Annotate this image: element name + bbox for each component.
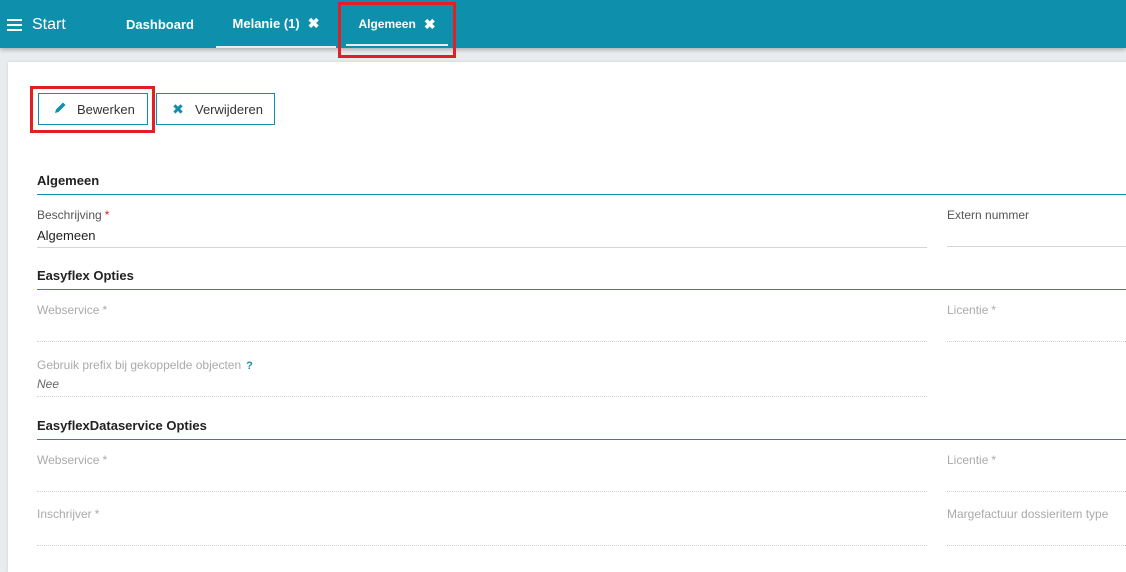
prefix-label: Gebruik prefix bij gekoppelde objecten? xyxy=(37,358,253,372)
delete-button-label: Verwijderen xyxy=(195,101,263,117)
webservice-label: Webservice * xyxy=(37,303,108,317)
section-title-easyflex: Easyflex Opties xyxy=(37,268,134,283)
beschrijving-label: Beschrijving * xyxy=(37,208,110,222)
required-mark: * xyxy=(102,453,108,467)
tab-melanie[interactable]: Melanie (1) ✖ xyxy=(216,0,336,48)
section-divider xyxy=(37,194,1126,195)
tab-dashboard[interactable]: Dashboard xyxy=(113,0,207,48)
ds-licentie-label: Licentie * xyxy=(947,453,997,467)
ds-webservice-underline xyxy=(37,491,927,492)
tab-label: Melanie (1) xyxy=(232,15,300,31)
licentie-label: Licentie * xyxy=(947,303,997,317)
brand-label: Start xyxy=(32,16,66,33)
extern-nummer-label: Extern nummer xyxy=(947,208,1030,222)
close-icon[interactable]: ✖ xyxy=(308,15,320,32)
extern-nummer-underline xyxy=(947,246,1126,247)
section-title-algemeen: Algemeen xyxy=(37,173,100,188)
hamburger-icon xyxy=(7,16,22,34)
prefix-underline xyxy=(37,396,927,397)
ds-licentie-underline xyxy=(947,491,1126,492)
prefix-value: Nee xyxy=(37,377,60,391)
required-mark: * xyxy=(94,507,100,521)
margefactuur-label: Margefactuur dossieritem type xyxy=(947,507,1109,521)
section-divider xyxy=(37,289,1126,290)
tab-label: Dashboard xyxy=(126,16,194,32)
help-icon[interactable]: ? xyxy=(246,360,253,372)
webservice-underline xyxy=(37,341,927,342)
start-menu[interactable]: Start xyxy=(7,16,66,34)
required-mark: * xyxy=(991,303,997,317)
section-title-dataservice: EasyflexDataservice Opties xyxy=(37,418,207,433)
licentie-underline xyxy=(947,341,1126,342)
highlight-box-button xyxy=(30,86,155,133)
delete-button[interactable]: ✖ Verwijderen xyxy=(156,93,275,125)
required-mark: * xyxy=(102,303,108,317)
required-mark: * xyxy=(104,208,110,222)
x-icon: ✖ xyxy=(172,100,184,117)
required-mark: * xyxy=(991,453,997,467)
margefactuur-underline xyxy=(947,545,1126,546)
inschrijver-label: Inschrijver * xyxy=(37,507,100,521)
beschrijving-underline xyxy=(37,247,927,248)
top-nav-bar: Start Dashboard Melanie (1) ✖ Algemeen ✖ xyxy=(0,0,1126,48)
highlight-box-tab xyxy=(338,2,456,58)
content-card xyxy=(8,62,1126,572)
ds-webservice-label: Webservice * xyxy=(37,453,108,467)
section-divider xyxy=(37,439,1126,440)
inschrijver-underline xyxy=(37,545,927,546)
beschrijving-value: Algemeen xyxy=(37,228,96,243)
